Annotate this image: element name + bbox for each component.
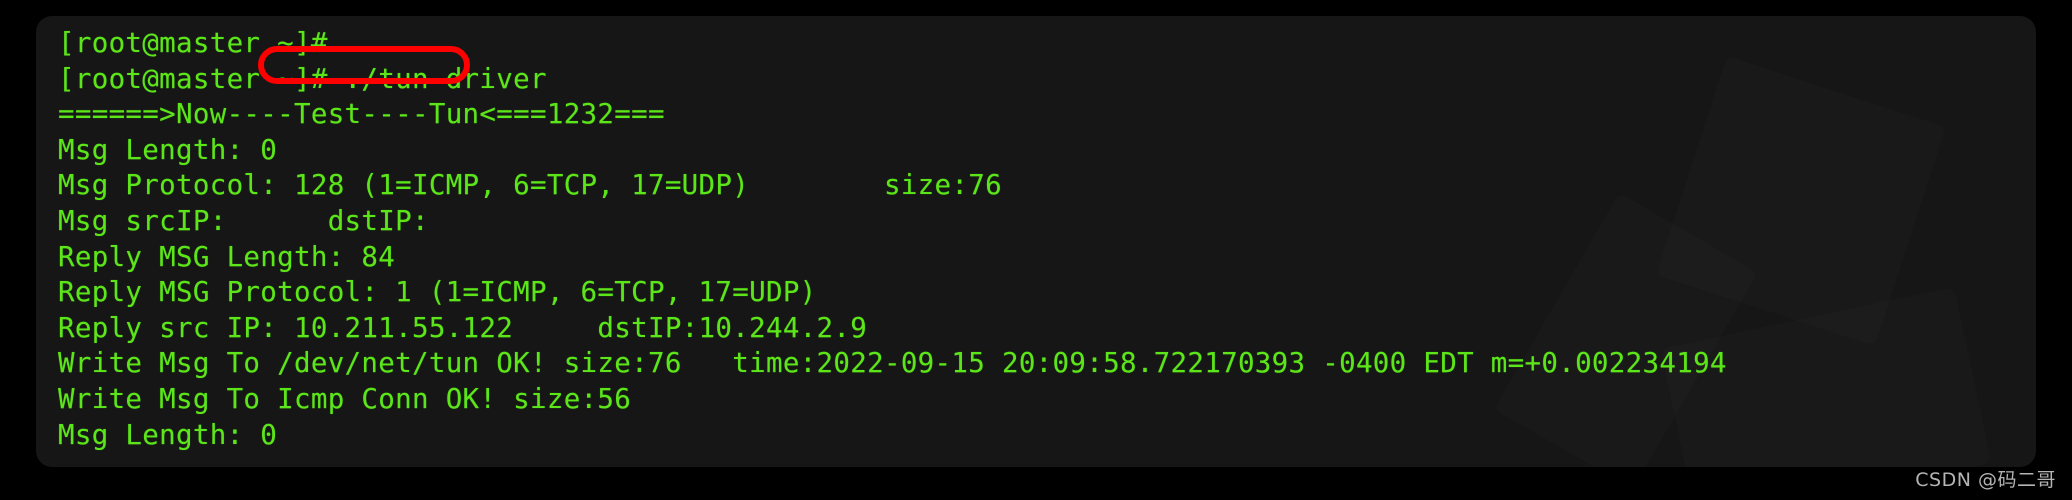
terminal-line: Msg Length: 0 xyxy=(58,418,278,451)
terminal-line: Reply src IP: 10.211.55.122 dstIP:10.244… xyxy=(58,311,868,344)
terminal-line: [root@master ~]# xyxy=(58,27,345,59)
terminal-output: [root@master ~]# [root@master ~]# ./tun-… xyxy=(36,16,2036,453)
terminal-line: Reply MSG Protocol: 1 (1=ICMP, 6=TCP, 17… xyxy=(58,276,817,309)
screenshot-root: [root@master ~]# [root@master ~]# ./tun-… xyxy=(0,0,2072,500)
terminal-line: Msg srcIP: dstIP: xyxy=(58,204,429,237)
terminal-window[interactable]: [root@master ~]# [root@master ~]# ./tun-… xyxy=(36,16,2036,467)
terminal-line: Msg Length: 0 xyxy=(58,133,278,166)
terminal-line: [root@master ~]# ./tun-driver xyxy=(58,62,547,95)
terminal-line: ======>Now----Test----Tun<===1232=== xyxy=(58,98,665,131)
terminal-line: Write Msg To /dev/net/tun OK! size:76 ti… xyxy=(58,347,1727,380)
terminal-line: Reply MSG Length: 84 xyxy=(58,240,396,273)
terminal-line: Write Msg To Icmp Conn OK! size:56 xyxy=(58,382,632,415)
csdn-watermark: CSDN @码二哥 xyxy=(1915,469,2056,491)
terminal-line: Msg Protocol: 128 (1=ICMP, 6=TCP, 17=UDP… xyxy=(58,169,1002,202)
